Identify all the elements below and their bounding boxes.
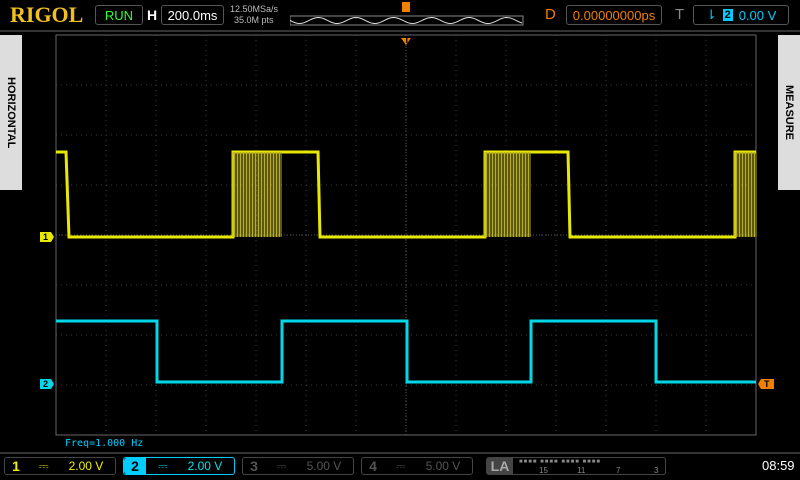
channel-scale: 5.00 V [306,459,342,473]
clock: 08:59 [762,458,795,473]
channel-scale: 2.00 V [187,459,223,473]
dc-coupling-icon: ⎓ [396,458,406,473]
dc-coupling-icon: ⎓ [277,458,287,473]
trigger-marker-label: T [404,35,410,45]
dc-coupling-icon: ⎓ [158,458,168,473]
channel-number: 1 [12,458,20,474]
channel-scale: 5.00 V [425,459,461,473]
channel-number: 2 [124,458,146,474]
la-tick: 11 [577,466,586,475]
la-channel-box[interactable]: LA ■■■■ ■■■■ ■■■■ ■■■■ 15 11 7 3 [486,457,666,475]
la-tick: 7 [616,466,621,475]
ch2-waveform [56,319,756,384]
channel-number: 3 [250,458,258,474]
ch1-marker-label: 1 [43,232,49,242]
la-bits: ■■■■ ■■■■ ■■■■ ■■■■ 15 11 7 3 [519,459,659,475]
la-tick: 3 [654,466,659,475]
la-tick: 15 [539,466,548,475]
la-label: LA [487,458,513,474]
channel-1-box[interactable]: 1 ⎓ 2.00 V [4,457,116,475]
waveform-screen[interactable] [0,0,800,450]
channel-3-box[interactable]: 3 ⎓ 5.00 V [242,457,354,475]
channel-scale: 2.00 V [68,459,104,473]
ch2-marker-label: 2 [43,379,49,389]
channel-4-box[interactable]: 4 ⎓ 5.00 V [361,457,473,475]
trigger-level-label: T [764,379,770,389]
channel-number: 4 [369,458,377,474]
dc-coupling-icon: ⎓ [39,458,49,473]
frequency-measurement: Freq=1.000 Hz [65,438,144,449]
channel-2-box[interactable]: 2 ⎓ 2.00 V [123,457,235,475]
